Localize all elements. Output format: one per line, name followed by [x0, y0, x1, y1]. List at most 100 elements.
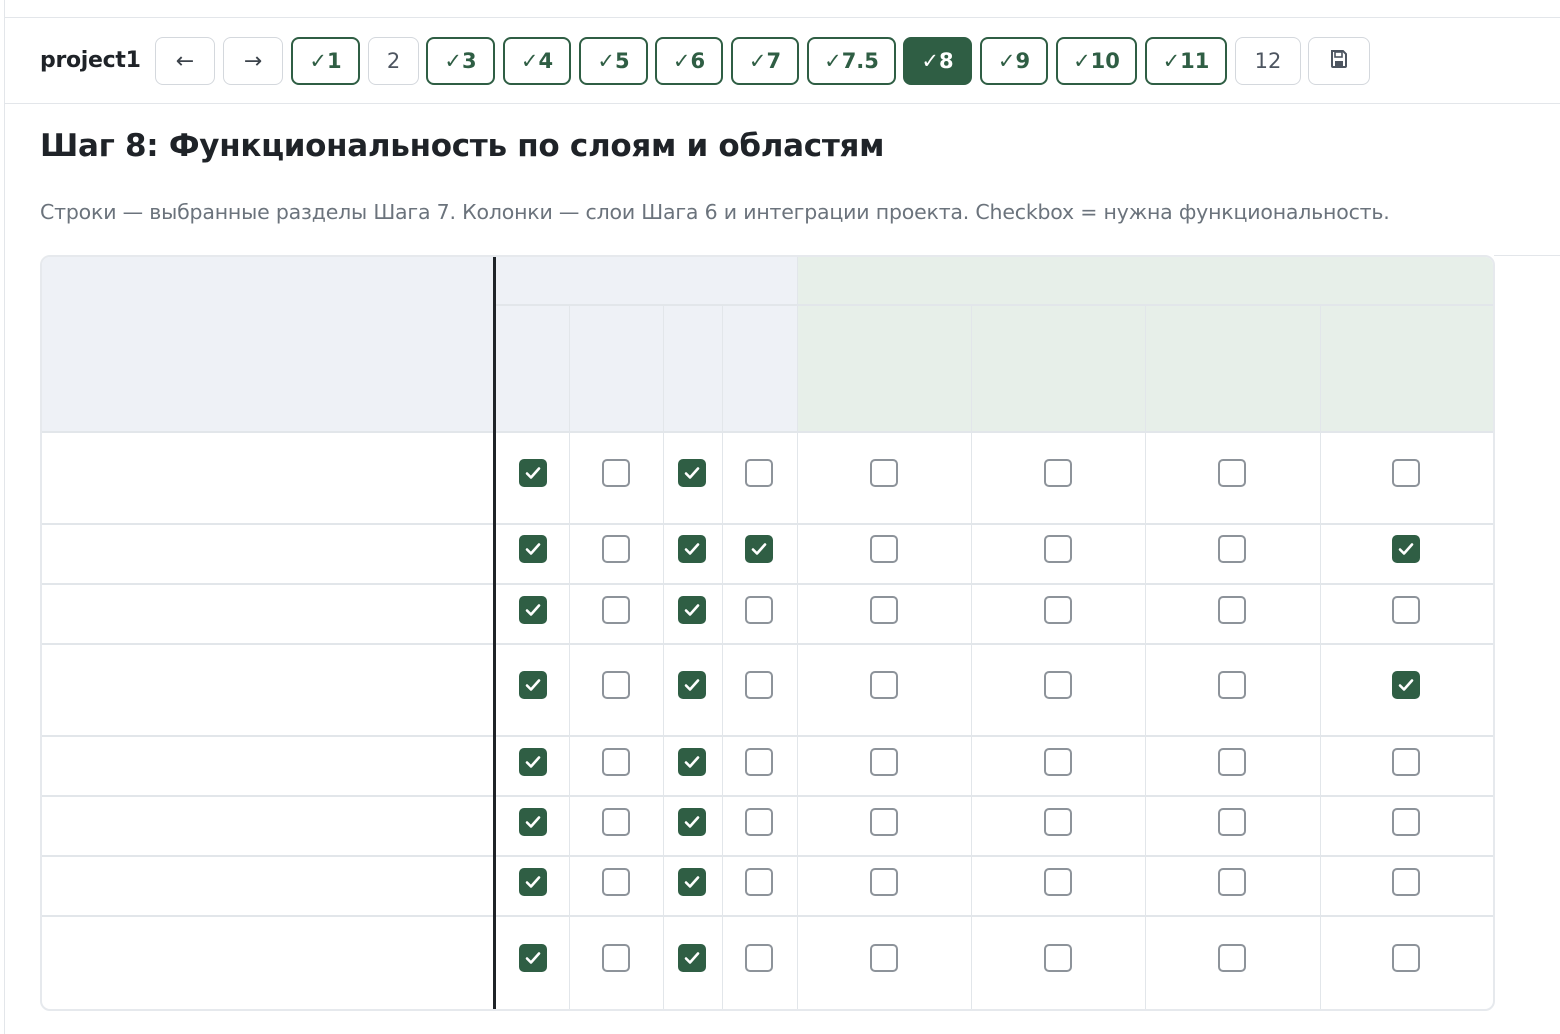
checkbox-checked[interactable] — [519, 748, 547, 776]
checkbox[interactable] — [1218, 459, 1246, 487]
step-11-button[interactable]: ✓11 — [1145, 37, 1227, 85]
page-title: Шаг 8: Функциональность по слоям и облас… — [40, 128, 885, 164]
step-4-button[interactable]: ✓4 — [503, 37, 571, 85]
checkbox-checked[interactable] — [519, 596, 547, 624]
checkbox-checked[interactable] — [519, 459, 547, 487]
checkbox[interactable] — [1218, 808, 1246, 836]
checkbox-checked[interactable] — [519, 808, 547, 836]
step-label: 12 — [1254, 49, 1282, 73]
step-label: ← — [175, 48, 195, 74]
checkbox[interactable] — [1044, 748, 1072, 776]
step-10-button[interactable]: ✓10 — [1056, 37, 1137, 85]
checkbox[interactable] — [745, 808, 773, 836]
column-header-3 — [722, 305, 797, 432]
checkbox[interactable] — [1392, 808, 1420, 836]
checkbox[interactable] — [870, 671, 898, 699]
checkbox[interactable] — [1218, 535, 1246, 563]
checkbox-checked[interactable] — [519, 868, 547, 896]
step-8-button[interactable]: ✓8 — [903, 37, 972, 85]
checkbox-checked[interactable] — [678, 808, 706, 836]
step-12-button[interactable]: 12 — [1235, 37, 1301, 85]
checkbox-checked[interactable] — [678, 596, 706, 624]
checkbox[interactable] — [1218, 596, 1246, 624]
column-header-0 — [495, 305, 569, 432]
checkbox[interactable] — [602, 944, 630, 972]
checkbox[interactable] — [602, 748, 630, 776]
checkbox-checked[interactable] — [1392, 671, 1420, 699]
step-3-button[interactable]: ✓3 — [426, 37, 495, 85]
checkbox[interactable] — [1218, 671, 1246, 699]
step-9-button[interactable]: ✓9 — [980, 37, 1048, 85]
checkbox[interactable] — [1044, 596, 1072, 624]
checkbox[interactable] — [602, 671, 630, 699]
checkbox[interactable] — [1392, 868, 1420, 896]
checkbox[interactable] — [1392, 748, 1420, 776]
checkbox[interactable] — [1218, 748, 1246, 776]
row-label — [42, 856, 495, 916]
checkbox[interactable] — [602, 459, 630, 487]
checkbox[interactable] — [870, 808, 898, 836]
checkbox-checked[interactable] — [678, 748, 706, 776]
column-header-4 — [797, 305, 971, 432]
checkbox[interactable] — [1044, 808, 1072, 836]
grid-vline — [1145, 305, 1146, 1009]
row-label — [42, 644, 495, 736]
column-header-2 — [663, 305, 722, 432]
checkbox[interactable] — [1392, 596, 1420, 624]
checkbox[interactable] — [1044, 535, 1072, 563]
checkbox[interactable] — [745, 671, 773, 699]
checkbox-checked[interactable] — [519, 944, 547, 972]
checkbox[interactable] — [1392, 944, 1420, 972]
checkbox[interactable] — [870, 868, 898, 896]
checkbox-checked[interactable] — [745, 535, 773, 563]
divider — [1494, 255, 1560, 256]
checkbox-checked[interactable] — [678, 535, 706, 563]
column-header-6 — [1145, 305, 1320, 432]
checkbox[interactable] — [870, 535, 898, 563]
checkbox[interactable] — [602, 868, 630, 896]
step-7-button[interactable]: ✓7 — [731, 37, 799, 85]
checkbox-checked[interactable] — [678, 459, 706, 487]
checkbox[interactable] — [1218, 944, 1246, 972]
step-1-button[interactable]: ✓1 — [291, 37, 360, 85]
checkbox[interactable] — [602, 808, 630, 836]
checkbox[interactable] — [745, 748, 773, 776]
save-button[interactable] — [1308, 37, 1370, 85]
checkbox[interactable] — [602, 596, 630, 624]
checkbox[interactable] — [870, 596, 898, 624]
checkbox[interactable] — [1044, 944, 1072, 972]
checkbox[interactable] — [1044, 671, 1072, 699]
forward-button[interactable]: → — [223, 37, 283, 85]
step-5-button[interactable]: ✓5 — [579, 37, 648, 85]
checkbox[interactable] — [870, 748, 898, 776]
step-6-button[interactable]: ✓6 — [655, 37, 723, 85]
checkbox-checked[interactable] — [519, 535, 547, 563]
checkbox[interactable] — [1044, 459, 1072, 487]
grid-hline — [42, 431, 1493, 433]
layers-group-header — [495, 257, 797, 305]
grid-vline — [663, 305, 664, 1009]
checkbox-checked[interactable] — [678, 868, 706, 896]
row-label — [42, 796, 495, 856]
checkbox[interactable] — [870, 459, 898, 487]
row-label — [42, 524, 495, 584]
checkbox[interactable] — [745, 944, 773, 972]
checkbox[interactable] — [745, 868, 773, 896]
checkbox-checked[interactable] — [519, 671, 547, 699]
checkbox[interactable] — [870, 944, 898, 972]
checkbox-checked[interactable] — [678, 671, 706, 699]
checkbox[interactable] — [602, 535, 630, 563]
step-2-button[interactable]: 2 — [368, 37, 419, 85]
checkbox[interactable] — [745, 459, 773, 487]
step-7-5-button[interactable]: ✓7.5 — [807, 37, 896, 85]
checkbox[interactable] — [745, 596, 773, 624]
checkbox-checked[interactable] — [678, 944, 706, 972]
back-button[interactable]: ← — [155, 37, 215, 85]
layers-divider — [493, 257, 496, 1009]
checkbox[interactable] — [1392, 459, 1420, 487]
checkbox[interactable] — [1218, 868, 1246, 896]
step-label: → — [243, 48, 263, 74]
checkbox-checked[interactable] — [1392, 535, 1420, 563]
step-label: 2 — [386, 49, 401, 73]
checkbox[interactable] — [1044, 868, 1072, 896]
